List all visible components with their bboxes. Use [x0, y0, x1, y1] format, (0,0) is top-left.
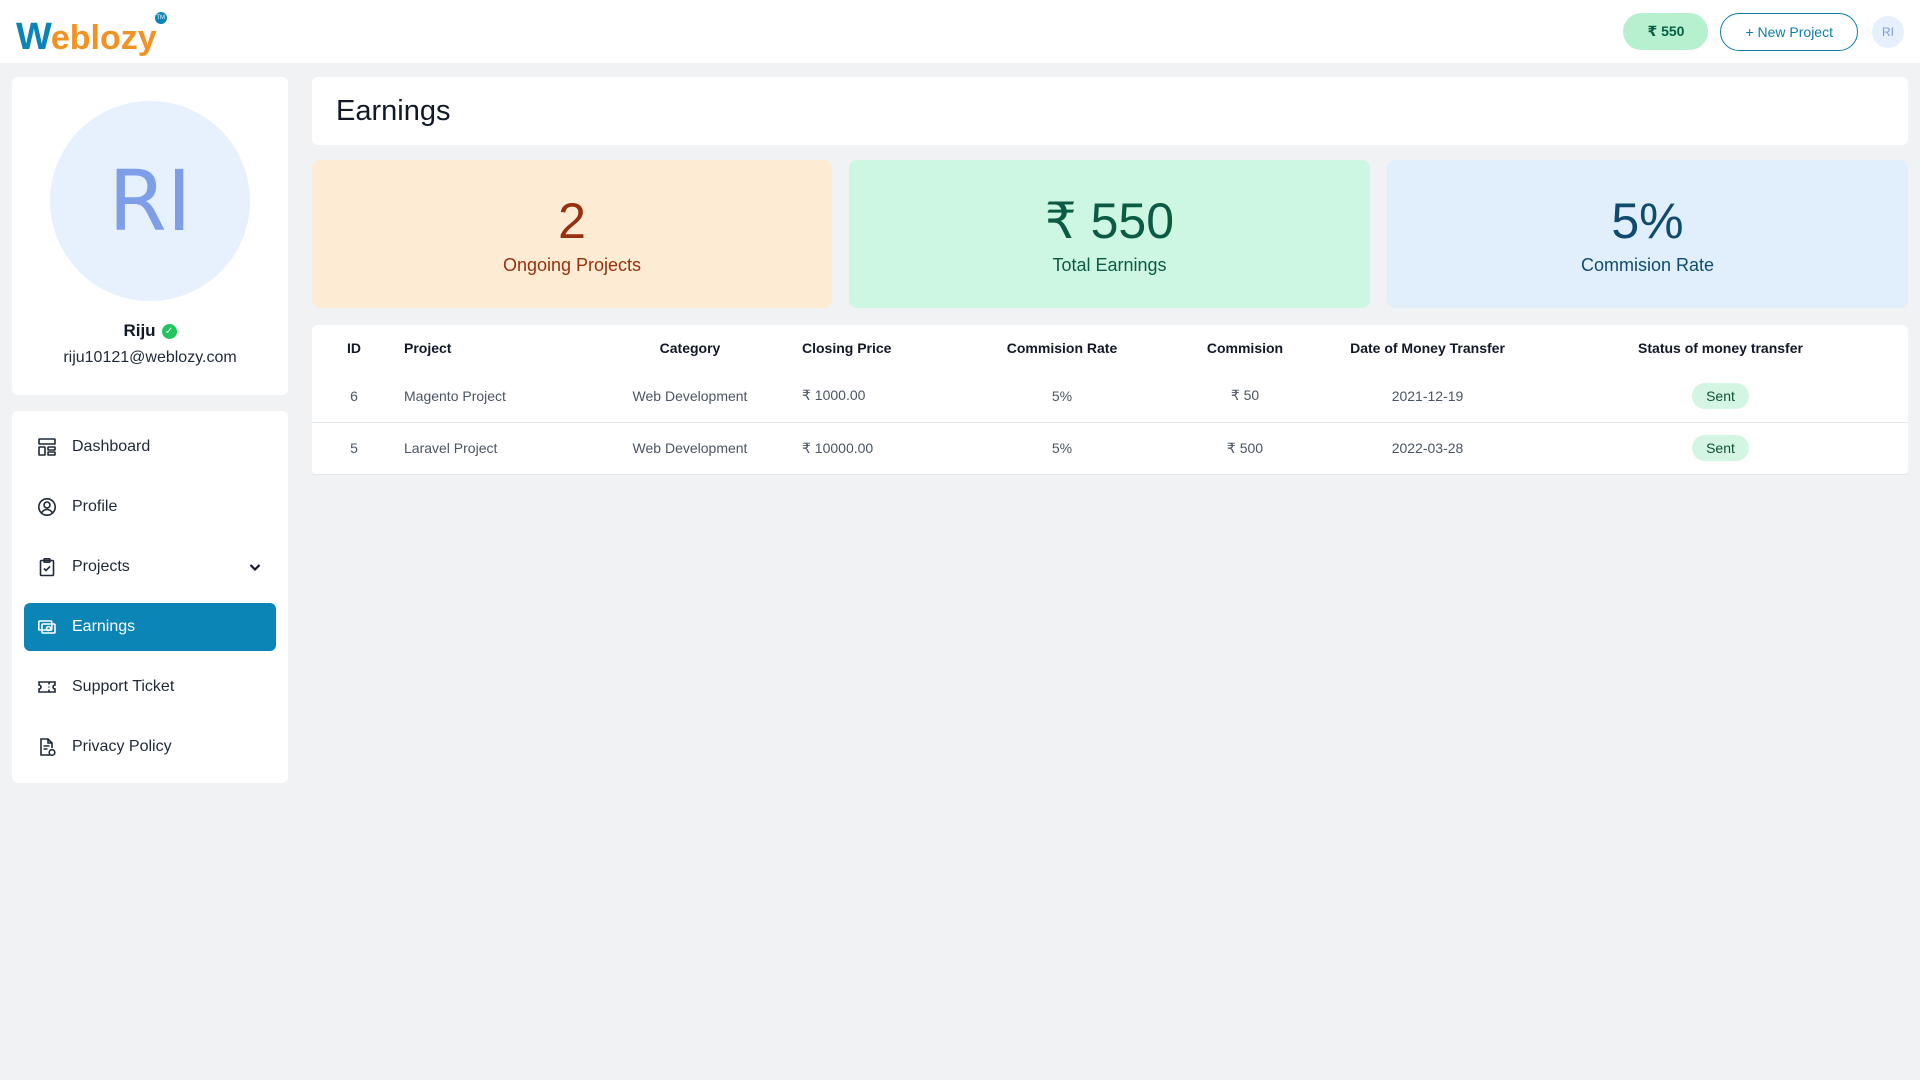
new-project-button[interactable]: + New Project — [1720, 12, 1858, 51]
page-title-card: Earnings — [312, 77, 1908, 145]
cell-date: 2022-03-28 — [1322, 422, 1533, 475]
earnings-table-card: ID Project Category Closing Price Commis… — [312, 325, 1908, 475]
logo-wordmark: eblozy — [50, 18, 157, 57]
cell-category: Web Development — [586, 370, 794, 423]
sidebar-item-privacy-policy[interactable]: Privacy Policy — [24, 723, 276, 771]
user-circle-icon — [36, 496, 58, 518]
cell-closing-price: ₹ 10000.00 — [794, 422, 956, 475]
column-header-project[interactable]: Project — [396, 325, 586, 370]
logo-tm-badge: TM — [154, 11, 167, 24]
verified-check-icon: ✓ — [161, 323, 177, 339]
chevron-down-icon[interactable] — [246, 558, 264, 576]
status-badge: Sent — [1692, 382, 1749, 409]
balance-pill[interactable]: ₹ 550 — [1623, 13, 1709, 50]
sidebar-item-label: Earnings — [72, 618, 136, 635]
sidebar-nav: Dashboard Profile Projects Earnings Supp… — [12, 411, 288, 783]
profile-name-row: Riju ✓ — [123, 321, 177, 341]
cell-id: 5 — [312, 422, 396, 475]
column-header-commision-rate[interactable]: Commision Rate — [956, 325, 1168, 370]
stat-value: 5% — [1611, 192, 1684, 249]
sidebar-item-label: Privacy Policy — [72, 738, 172, 755]
cell-date: 2021-12-19 — [1322, 370, 1533, 423]
sidebar-item-label: Dashboard — [72, 438, 151, 455]
profile-email: riju10121@weblozy.com — [63, 349, 237, 366]
cell-closing-price: ₹ 1000.00 — [794, 370, 956, 423]
header-avatar[interactable]: RI — [1872, 15, 1904, 48]
cell-commision-rate: 5% — [956, 370, 1168, 423]
sidebar-item-label: Projects — [72, 558, 130, 575]
logo-w-letter: W — [16, 15, 52, 58]
stat-label: Total Earnings — [1052, 254, 1167, 275]
sidebar-item-dashboard[interactable]: Dashboard — [24, 423, 276, 471]
stat-label: Ongoing Projects — [502, 254, 642, 275]
stat-value: ₹ 550 — [1044, 192, 1175, 249]
cell-id: 6 — [312, 370, 396, 423]
cell-commision: ₹ 50 — [1168, 370, 1322, 423]
sidebar-item-support-ticket[interactable]: Support Ticket — [24, 663, 276, 711]
stat-total-earnings: ₹ 550 Total Earnings — [849, 160, 1370, 308]
sidebar-item-earnings[interactable]: Earnings — [24, 603, 276, 651]
weblozy-logo[interactable]: W eblozy TM — [16, 11, 167, 58]
cell-project: Magento Project — [396, 370, 586, 423]
sidebar-item-projects[interactable]: Projects — [24, 543, 276, 591]
stat-label: Commision Rate — [1580, 254, 1715, 275]
profile-name: Riju — [123, 321, 156, 340]
table-header-row: ID Project Category Closing Price Commis… — [312, 325, 1908, 370]
table-row[interactable]: 5 Laravel Project Web Development ₹ 1000… — [312, 422, 1908, 475]
column-header-status[interactable]: Status of money transfer — [1533, 325, 1908, 370]
column-header-commision[interactable]: Commision — [1168, 325, 1322, 370]
header-actions: ₹ 550 + New Project RI — [1623, 12, 1904, 51]
cell-status: Sent — [1533, 370, 1908, 423]
column-header-id[interactable]: ID — [312, 325, 396, 370]
status-badge: Sent — [1692, 435, 1749, 461]
stat-value: 2 — [558, 192, 586, 249]
clipboard-icon — [36, 556, 58, 578]
profile-card: RI Riju ✓ riju10121@weblozy.com — [12, 77, 288, 395]
sidebar-item-label: Support Ticket — [72, 678, 175, 695]
document-shield-icon — [36, 736, 58, 758]
cash-icon — [36, 616, 58, 638]
cell-project: Laravel Project — [396, 422, 586, 475]
stat-ongoing-projects: 2 Ongoing Projects — [312, 160, 832, 308]
page-title: Earnings — [336, 94, 451, 127]
cell-status: Sent — [1533, 422, 1908, 475]
column-header-category[interactable]: Category — [586, 325, 794, 370]
cell-commision: ₹ 500 — [1168, 422, 1322, 475]
ticket-icon — [36, 676, 58, 698]
cell-category: Web Development — [586, 422, 794, 475]
sidebar-item-label: Profile — [72, 498, 118, 515]
cell-commision-rate: 5% — [956, 422, 1168, 475]
stat-commision-rate: 5% Commision Rate — [1387, 160, 1908, 308]
top-header: W eblozy TM ₹ 550 + New Project RI — [0, 0, 1920, 63]
sidebar-item-profile[interactable]: Profile — [24, 483, 276, 531]
table-row[interactable]: 6 Magento Project Web Development ₹ 1000… — [312, 370, 1908, 423]
profile-avatar: RI — [50, 101, 250, 301]
dashboard-icon — [36, 436, 58, 458]
earnings-table: ID Project Category Closing Price Commis… — [312, 325, 1908, 475]
column-header-date[interactable]: Date of Money Transfer — [1322, 325, 1533, 370]
column-header-closing-price[interactable]: Closing Price — [794, 325, 956, 370]
